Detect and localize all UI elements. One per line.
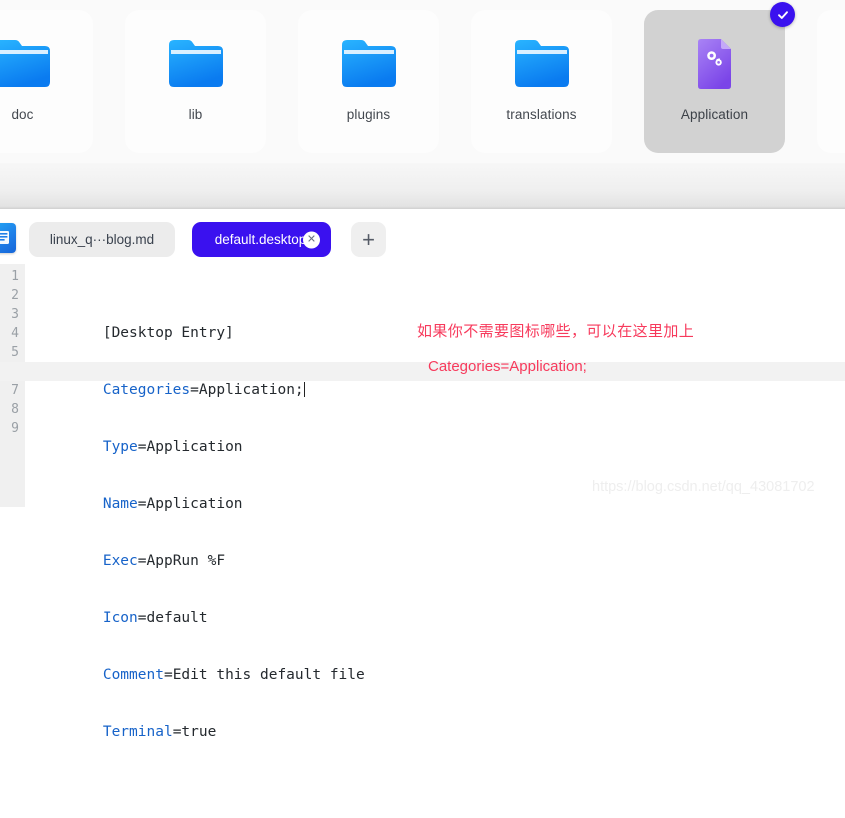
tab-label: linux_q···blog.md [49,232,155,247]
code-sep: = [137,439,147,455]
file-card-doc[interactable]: doc [0,10,93,153]
file-label: translations [506,107,577,122]
file-label: doc [11,107,34,122]
editor-app-icon [0,223,16,253]
folder-icon [0,35,54,93]
line-number: 1 [11,269,19,284]
code-sep: = [137,496,147,512]
file-card-application[interactable]: Application [644,2,795,153]
code-value: default [146,610,208,626]
code-value: Application; [198,382,304,398]
code-value: Application [146,439,243,455]
text-caret [303,382,305,397]
file-label: Application [680,107,749,122]
code-line: Type=Application [33,419,845,455]
file-grid: doc lib plugins translations Application [0,2,845,153]
line-number: 2 [11,288,19,303]
folder-icon [165,35,227,93]
code-line: Terminal=true [33,704,845,740]
line-number: 5 [11,345,19,360]
file-card-lib[interactable]: lib [125,10,266,153]
code-sep: = [137,553,147,569]
line-number: 8 [11,402,19,417]
code-key: Terminal [102,724,173,740]
tab-default-desktop[interactable]: default.desktop ✕ [192,222,331,257]
file-label: plugins [346,107,391,122]
code-line: [Desktop Entry] [33,305,845,341]
checkmark-icon [770,2,795,27]
code-sep: = [172,724,182,740]
line-number: 4 [11,326,19,341]
code-value: Edit this default file [172,667,365,683]
new-tab-label: + [362,226,375,252]
code-line: Exec=AppRun %F [33,533,845,569]
file-label: lib [188,107,203,122]
tab-linux-q-blog-md[interactable]: linux_q···blog.md [29,222,175,257]
code-section: [Desktop Entry] [102,325,234,341]
panel-divider [0,163,845,209]
code-value: true [181,724,217,740]
code-sep: = [163,667,173,683]
code-sep: = [190,382,199,398]
line-number: 3 [11,307,19,322]
code-value: Application [146,496,243,512]
file-manager-panel: doc lib plugins translations Application [0,0,845,163]
code-key: Icon [102,610,138,626]
code-key: Comment [102,667,164,683]
folder-icon [338,35,400,93]
file-card-plugins[interactable]: plugins [298,10,439,153]
close-icon[interactable]: ✕ [303,231,320,248]
code-line: Comment=Edit this default file [33,647,845,683]
file-card-translations[interactable]: translations [471,10,612,153]
code-key: Categories [102,382,191,398]
code-line-active: Categories=Application; [0,362,845,398]
code-key: Type [102,439,138,455]
line-number: 7 [11,383,19,398]
code-key: Exec [102,553,138,569]
new-tab-button[interactable]: + [351,222,386,257]
editor-tab-bar: linux_q···blog.md default.desktop ✕ + [0,209,845,264]
code-editor-area[interactable]: 1 2 3 4 5 6 7 8 9 [Desktop Entry] Catego… [0,264,845,740]
code-value: AppRun %F [146,553,226,569]
folder-icon [511,35,573,93]
file-card-partial-right[interactable]: A [817,10,845,153]
code-sep: = [137,610,147,626]
code-lines: [Desktop Entry] Categories=Application; … [0,267,845,818]
code-line: Icon=default [33,590,845,626]
watermark: https://blog.csdn.net/qq_43081702 [592,479,815,495]
line-number: 9 [11,421,19,436]
tab-label: default.desktop [214,232,307,247]
code-key: Name [102,496,138,512]
line-numbers: 1 2 3 4 5 6 7 8 9 [0,264,19,438]
desktop-entry-file-icon [684,35,746,93]
text-editor-window: linux_q···blog.md default.desktop ✕ + 1 … [0,209,845,740]
